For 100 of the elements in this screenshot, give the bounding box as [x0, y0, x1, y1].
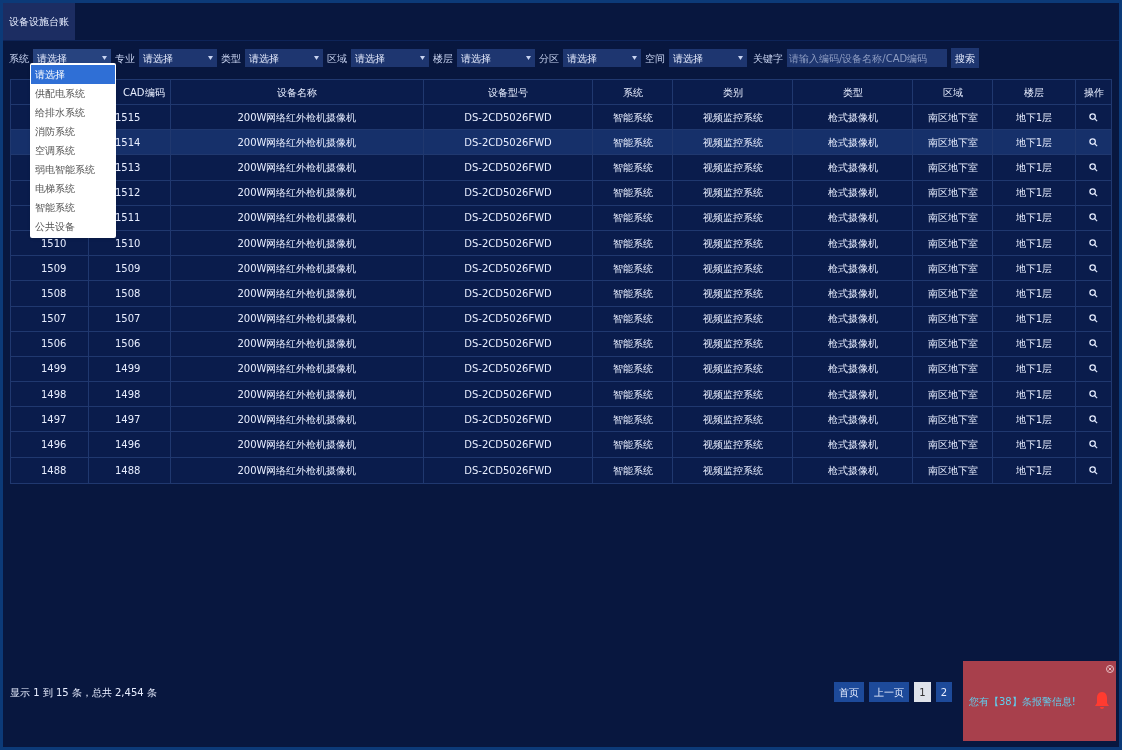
- table-cell: 1508: [11, 281, 89, 306]
- filter-select[interactable]: 请选择: [669, 49, 747, 67]
- table-cell: DS-2CD5026FWD: [424, 256, 593, 281]
- search-button[interactable]: 搜索: [951, 48, 979, 68]
- table-cell: 视频监控系统: [673, 256, 793, 281]
- table-cell: DS-2CD5026FWD: [424, 281, 593, 306]
- search-icon[interactable]: [1089, 162, 1098, 172]
- search-icon[interactable]: [1089, 238, 1098, 248]
- table-cell: 南区地下室: [913, 382, 993, 407]
- filter-select[interactable]: 请选择: [245, 49, 323, 67]
- dropdown-option[interactable]: 供配电系统: [31, 84, 115, 103]
- table-cell: 智能系统: [593, 432, 673, 457]
- search-icon[interactable]: [1089, 465, 1098, 475]
- search-icon[interactable]: [1089, 414, 1098, 424]
- table-cell: 枪式摄像机: [793, 432, 913, 457]
- page-button[interactable]: 首页: [834, 682, 865, 702]
- table-cell: 地下1层: [993, 407, 1076, 432]
- search-icon[interactable]: [1089, 389, 1098, 399]
- table-cell: 南区地下室: [913, 407, 993, 432]
- caret-icon: [102, 56, 107, 60]
- table-cell: 1508: [89, 281, 171, 306]
- table-cell: 地下1层: [993, 155, 1076, 180]
- table-cell: 200W网络红外枪机摄像机: [171, 331, 424, 356]
- table-cell: 枪式摄像机: [793, 356, 913, 382]
- table-cell: 地下1层: [993, 432, 1076, 457]
- table-cell: 枪式摄像机: [793, 281, 913, 306]
- keyword-field[interactable]: 请输入编码/设备名称/CAD编码: [787, 49, 947, 67]
- filter-label: 系统: [9, 51, 29, 66]
- table-cell: 200W网络红外枪机摄像机: [171, 105, 424, 130]
- table-cell: 1498: [11, 382, 89, 407]
- table-cell: 1498: [89, 382, 171, 407]
- column-header: 区域: [942, 85, 963, 100]
- search-icon[interactable]: [1089, 112, 1098, 122]
- table-cell: 1488: [89, 457, 171, 483]
- table-cell: 智能系统: [593, 230, 673, 256]
- filter-select[interactable]: 请选择: [563, 49, 641, 67]
- table-cell: 200W网络红外枪机摄像机: [171, 205, 424, 230]
- table-cell: 1499: [89, 356, 171, 382]
- close-icon[interactable]: [1106, 665, 1114, 673]
- filter-select[interactable]: 请选择: [457, 49, 535, 67]
- table-cell: 枪式摄像机: [793, 382, 913, 407]
- filter-select[interactable]: 请选择: [351, 49, 429, 67]
- table-cell: 智能系统: [593, 306, 673, 331]
- table-cell: 1488: [11, 457, 89, 483]
- table-cell: 地下1层: [993, 105, 1076, 130]
- search-icon[interactable]: [1089, 288, 1098, 298]
- table-cell: 南区地下室: [913, 256, 993, 281]
- table-cell: 视频监控系统: [673, 382, 793, 407]
- table-cell: 1496: [89, 432, 171, 457]
- search-icon[interactable]: [1089, 137, 1098, 147]
- page-button[interactable]: 上一页: [869, 682, 910, 702]
- bell-icon: [1094, 691, 1110, 711]
- table-cell: 枪式摄像机: [793, 205, 913, 230]
- search-icon[interactable]: [1089, 213, 1098, 223]
- table-cell: 1509: [11, 256, 89, 281]
- search-icon[interactable]: [1089, 314, 1098, 324]
- table-cell: 视频监控系统: [673, 155, 793, 180]
- table-cell: 200W网络红外枪机摄像机: [171, 230, 424, 256]
- table-cell: 地下1层: [993, 281, 1076, 306]
- search-icon[interactable]: [1089, 364, 1098, 374]
- table-cell: 枪式摄像机: [793, 105, 913, 130]
- table-cell: 地下1层: [993, 130, 1076, 155]
- table-cell: 视频监控系统: [673, 407, 793, 432]
- table-cell: 智能系统: [593, 155, 673, 180]
- dropdown-option[interactable]: 请选择: [31, 65, 115, 84]
- table-cell: 南区地下室: [913, 432, 993, 457]
- table-cell: 枪式摄像机: [793, 331, 913, 356]
- search-icon[interactable]: [1089, 440, 1098, 450]
- filter-label: 楼层: [433, 51, 453, 66]
- table-cell: 枪式摄像机: [793, 407, 913, 432]
- table-cell: DS-2CD5026FWD: [424, 331, 593, 356]
- page-tab[interactable]: 设备设施台账: [3, 3, 75, 40]
- table-cell: 视频监控系统: [673, 180, 793, 205]
- table-cell: 枪式摄像机: [793, 306, 913, 331]
- table-cell: 视频监控系统: [673, 281, 793, 306]
- table-cell: 智能系统: [593, 382, 673, 407]
- filter-label: 专业: [115, 51, 135, 66]
- table-cell: 地下1层: [993, 356, 1076, 382]
- search-icon[interactable]: [1089, 188, 1098, 198]
- page-button[interactable]: 1: [914, 682, 931, 702]
- filter-select[interactable]: 请选择: [139, 49, 217, 67]
- table-cell: 南区地下室: [913, 331, 993, 356]
- search-icon[interactable]: [1089, 263, 1098, 273]
- caret-icon: [632, 56, 637, 60]
- page-button[interactable]: 2: [935, 682, 952, 702]
- table-cell: DS-2CD5026FWD: [424, 205, 593, 230]
- column-header: 设备名称: [277, 85, 317, 100]
- table-cell: 智能系统: [593, 256, 673, 281]
- table-cell: 枪式摄像机: [793, 180, 913, 205]
- column-header: 类别: [722, 85, 743, 100]
- table-cell: 视频监控系统: [673, 306, 793, 331]
- table-cell: 视频监控系统: [673, 457, 793, 483]
- search-icon[interactable]: [1089, 339, 1098, 349]
- table-cell: 南区地下室: [913, 356, 993, 382]
- table-cell: 南区地下室: [913, 457, 993, 483]
- caret-icon: [420, 56, 425, 60]
- table-cell: 200W网络红外枪机摄像机: [171, 306, 424, 331]
- table-cell: DS-2CD5026FWD: [424, 356, 593, 382]
- table-cell: 1507: [89, 306, 171, 331]
- table-cell: 200W网络红外枪机摄像机: [171, 155, 424, 180]
